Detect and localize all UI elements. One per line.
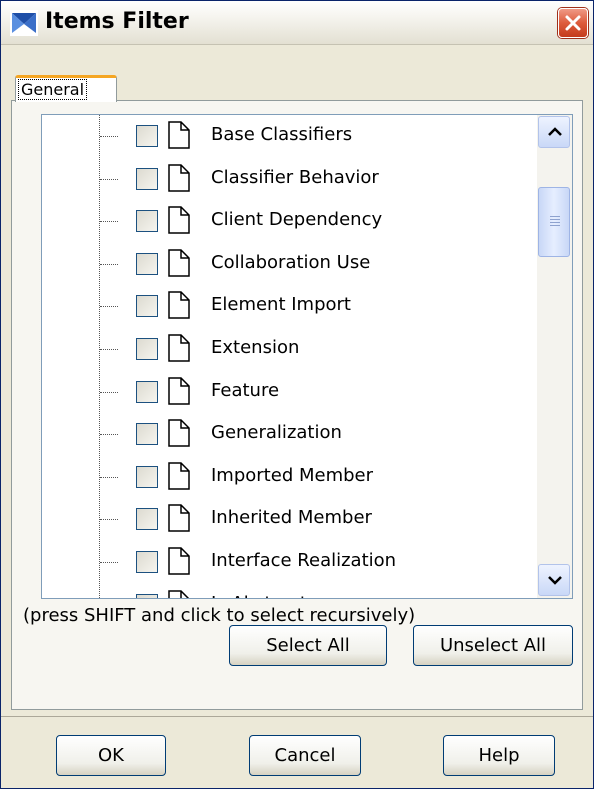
- select-all-button[interactable]: Select All: [229, 625, 387, 666]
- tree-content: Base Classifiers Classifier Behavior Clien…: [42, 115, 538, 598]
- divider: [1, 716, 593, 717]
- tree-row[interactable]: Feature: [42, 371, 538, 414]
- ok-button[interactable]: OK: [56, 735, 166, 776]
- tree-row[interactable]: Imported Member: [42, 456, 538, 499]
- tree-branch-line: [100, 136, 118, 137]
- filter-app-icon: [10, 10, 38, 36]
- document-icon: [168, 206, 190, 234]
- item-label: Interface Realization: [211, 550, 397, 571]
- unselect-all-button[interactable]: Unselect All: [413, 625, 573, 666]
- item-label: Classifier Behavior: [211, 166, 379, 188]
- document-icon: [168, 547, 190, 575]
- item-checkbox[interactable]: [136, 210, 158, 233]
- tab-general[interactable]: General: [15, 75, 117, 102]
- item-label: Collaboration Use: [211, 251, 371, 273]
- tree-row[interactable]: Inherited Member: [42, 498, 538, 541]
- item-checkbox[interactable]: [136, 423, 158, 446]
- item-checkbox[interactable]: [136, 551, 158, 573]
- tree-row[interactable]: Base Classifiers: [42, 115, 538, 158]
- tree-row[interactable]: Interface Realization: [42, 541, 538, 584]
- items-tree[interactable]: Base Classifiers Classifier Behavior Clien…: [41, 114, 573, 599]
- item-checkbox[interactable]: [136, 252, 158, 275]
- scroll-up-button[interactable]: [538, 116, 570, 148]
- tree-row[interactable]: Extension: [42, 328, 538, 371]
- close-icon: [565, 15, 581, 31]
- item-label: Imported Member: [211, 464, 373, 486]
- tree-branch-line: [100, 476, 118, 478]
- tree-branch-line: [100, 391, 118, 393]
- document-icon: [168, 121, 190, 149]
- tree-branch-line: [100, 349, 118, 350]
- tab-general-label: General: [17, 79, 88, 100]
- cancel-button[interactable]: Cancel: [249, 735, 361, 776]
- item-checkbox[interactable]: [136, 125, 158, 147]
- tree-row[interactable]: Generalization: [42, 413, 538, 456]
- chevron-down-icon: [548, 576, 562, 585]
- document-icon: [168, 462, 190, 490]
- item-label: Generalization: [211, 422, 342, 444]
- item-checkbox[interactable]: [136, 593, 158, 598]
- help-button[interactable]: Help: [443, 735, 555, 776]
- hint-text: (press SHIFT and click to select recursi…: [23, 605, 416, 626]
- scroll-thumb[interactable]: [538, 187, 570, 257]
- tree-row[interactable]: Is Abstract: [42, 584, 538, 598]
- tree-row[interactable]: Collaboration Use: [42, 243, 538, 286]
- item-checkbox[interactable]: [136, 338, 158, 360]
- tree-branch-line: [100, 221, 118, 223]
- tree-row[interactable]: Classifier Behavior: [42, 158, 538, 201]
- chevron-up-icon: [548, 127, 562, 136]
- document-icon: [168, 589, 190, 598]
- item-label: Element Import: [211, 294, 351, 316]
- item-label: Is Abstract: [211, 593, 307, 598]
- document-icon: [168, 334, 190, 362]
- item-checkbox[interactable]: [136, 465, 158, 488]
- document-icon: [168, 376, 190, 405]
- document-icon: [168, 504, 190, 533]
- tree-branch-line: [100, 562, 118, 563]
- document-icon: [168, 419, 190, 447]
- tree-branch-line: [100, 263, 118, 265]
- tree-row[interactable]: Client Dependency: [42, 200, 538, 243]
- vertical-scrollbar[interactable]: [537, 115, 572, 598]
- close-button[interactable]: [558, 8, 588, 38]
- item-label: Client Dependency: [211, 209, 383, 231]
- title-bar[interactable]: Items Filter: [1, 1, 593, 45]
- tree-branch-line: [100, 519, 118, 521]
- document-icon: [168, 163, 190, 192]
- window-title: Items Filter: [45, 9, 189, 34]
- tree-branch-line: [100, 178, 118, 180]
- grip-icon: [550, 216, 560, 228]
- item-label: Extension: [211, 337, 300, 358]
- item-checkbox[interactable]: [136, 508, 158, 531]
- scroll-down-button[interactable]: [538, 564, 570, 596]
- item-checkbox[interactable]: [136, 295, 158, 318]
- tree-branch-line: [100, 434, 118, 436]
- document-icon: [168, 291, 190, 320]
- item-checkbox[interactable]: [136, 167, 158, 190]
- item-label: Inherited Member: [211, 507, 372, 529]
- tree-row[interactable]: Element Import: [42, 285, 538, 328]
- document-icon: [168, 249, 190, 277]
- tree-branch-line: [100, 306, 118, 308]
- items-filter-dialog: Items Filter General Base Classifiers Cla…: [0, 0, 594, 789]
- item-checkbox[interactable]: [136, 380, 158, 403]
- item-label: Feature: [211, 379, 280, 401]
- item-label: Base Classifiers: [211, 124, 353, 145]
